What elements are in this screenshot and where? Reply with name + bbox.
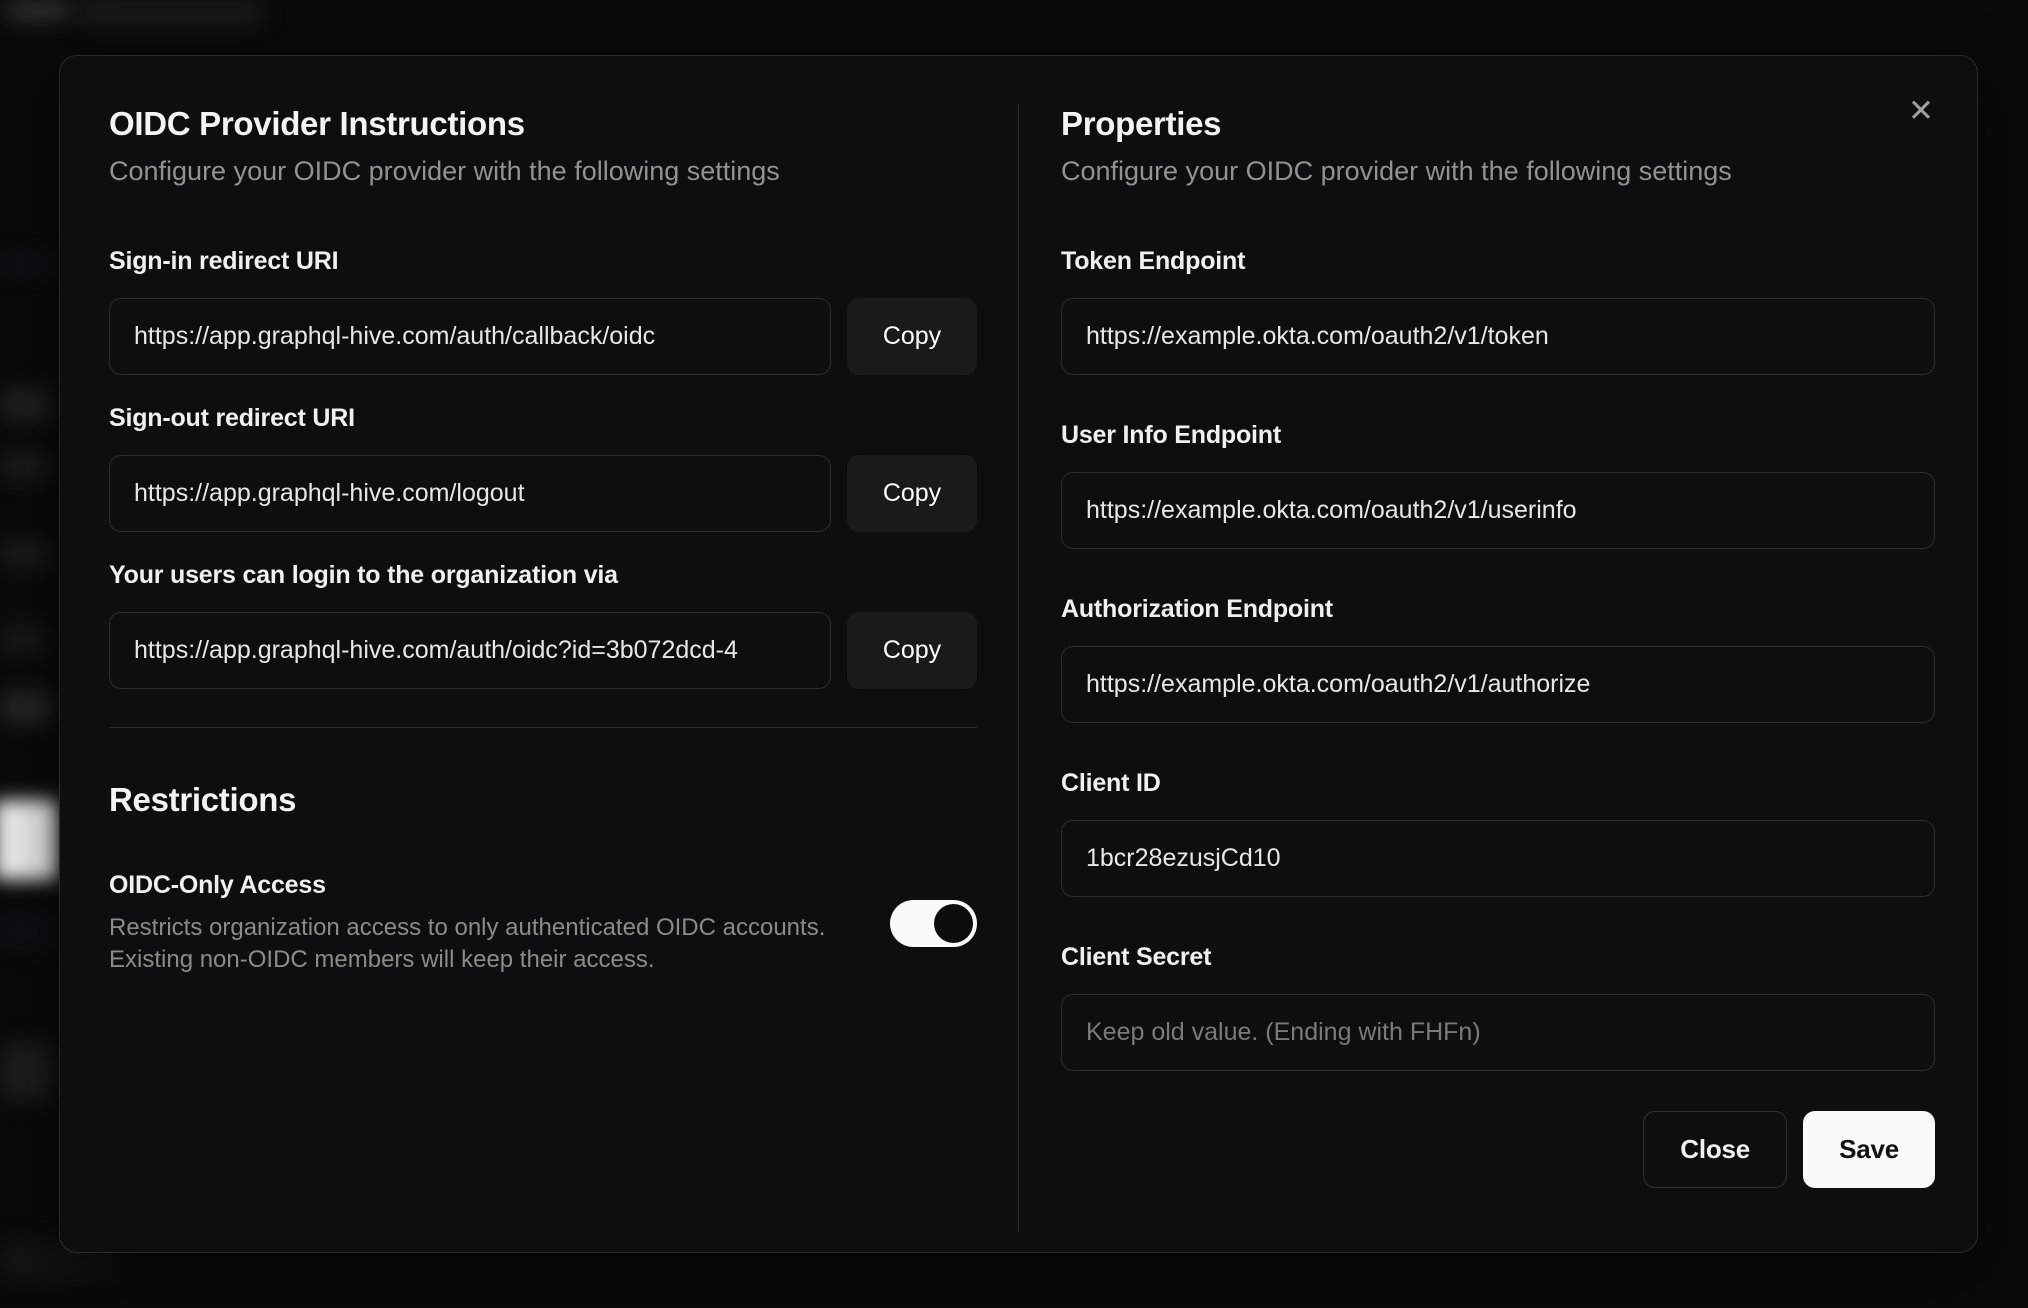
- field-client-id: Client ID: [1061, 768, 1935, 897]
- oidc-only-access-toggle[interactable]: [890, 899, 977, 947]
- org-login-url-input[interactable]: [109, 612, 831, 689]
- sign-in-redirect-label: Sign-in redirect URI: [109, 247, 339, 275]
- close-icon[interactable]: ✕: [1901, 90, 1941, 130]
- sign-in-redirect-input[interactable]: [109, 298, 831, 375]
- properties-title: Properties: [1061, 105, 1222, 142]
- instructions-subtitle: Configure your OIDC provider with the fo…: [109, 156, 780, 186]
- instructions-title: OIDC Provider Instructions: [109, 105, 525, 142]
- userinfo-endpoint-input[interactable]: [1061, 472, 1935, 549]
- section-divider: [109, 727, 977, 728]
- authorization-endpoint-input[interactable]: [1061, 646, 1935, 723]
- client-secret-input[interactable]: [1061, 994, 1935, 1071]
- background-blur-fragment: [0, 622, 46, 656]
- copy-org-login-button[interactable]: Copy: [847, 612, 977, 689]
- field-sign-in-redirect: Sign-in redirect URI Copy: [109, 246, 977, 375]
- background-blur-fragment: [0, 800, 58, 880]
- modal-columns: OIDC Provider Instructions Configure you…: [60, 104, 1977, 1232]
- toggle-knob: [934, 903, 973, 943]
- background-blur-fragment: [6, 2, 72, 20]
- field-sign-out-redirect: Sign-out redirect URI Copy: [109, 403, 977, 532]
- background-blur-fragment: [0, 690, 52, 724]
- background-blur-fragment: [0, 1042, 54, 1100]
- org-login-url-label: Your users can login to the organization…: [109, 561, 618, 589]
- field-client-secret: Client Secret: [1061, 942, 1935, 1071]
- background-blur-fragment: [78, 0, 263, 26]
- client-id-input[interactable]: [1061, 820, 1935, 897]
- modal-actions: Close Save: [1061, 1111, 1935, 1188]
- properties-column: Properties Configure your OIDC provider …: [1019, 104, 1977, 1232]
- client-id-label: Client ID: [1061, 769, 1161, 797]
- oidc-only-access-row: OIDC-Only Access Restricts organization …: [109, 870, 977, 976]
- oidc-only-access-label: OIDC-Only Access: [109, 871, 326, 899]
- authorization-endpoint-label: Authorization Endpoint: [1061, 595, 1333, 623]
- sign-out-redirect-label: Sign-out redirect URI: [109, 404, 355, 432]
- background-blur-fragment: [0, 915, 59, 947]
- token-endpoint-label: Token Endpoint: [1061, 247, 1246, 275]
- copy-sign-in-button[interactable]: Copy: [847, 298, 977, 375]
- background-blur-fragment: [0, 540, 50, 568]
- restrictions-title: Restrictions: [109, 781, 297, 818]
- field-token-endpoint: Token Endpoint: [1061, 246, 1935, 375]
- background-blur-fragment: [0, 388, 52, 422]
- background-blur-fragment: [0, 452, 48, 480]
- background-blur-fragment: [0, 256, 59, 272]
- token-endpoint-input[interactable]: [1061, 298, 1935, 375]
- field-authorization-endpoint: Authorization Endpoint: [1061, 594, 1935, 723]
- field-userinfo-endpoint: User Info Endpoint: [1061, 420, 1935, 549]
- client-secret-label: Client Secret: [1061, 943, 1212, 971]
- save-button[interactable]: Save: [1803, 1111, 1935, 1188]
- oidc-settings-modal: ✕ OIDC Provider Instructions Configure y…: [59, 55, 1978, 1253]
- close-button[interactable]: Close: [1643, 1111, 1788, 1188]
- copy-sign-out-button[interactable]: Copy: [847, 455, 977, 532]
- oidc-only-access-description: Restricts organization access to only au…: [109, 914, 826, 973]
- sign-out-redirect-input[interactable]: [109, 455, 831, 532]
- userinfo-endpoint-label: User Info Endpoint: [1061, 421, 1281, 449]
- field-org-login-url: Your users can login to the organization…: [109, 560, 977, 689]
- properties-subtitle: Configure your OIDC provider with the fo…: [1061, 156, 1732, 186]
- instructions-column: OIDC Provider Instructions Configure you…: [60, 104, 1019, 1232]
